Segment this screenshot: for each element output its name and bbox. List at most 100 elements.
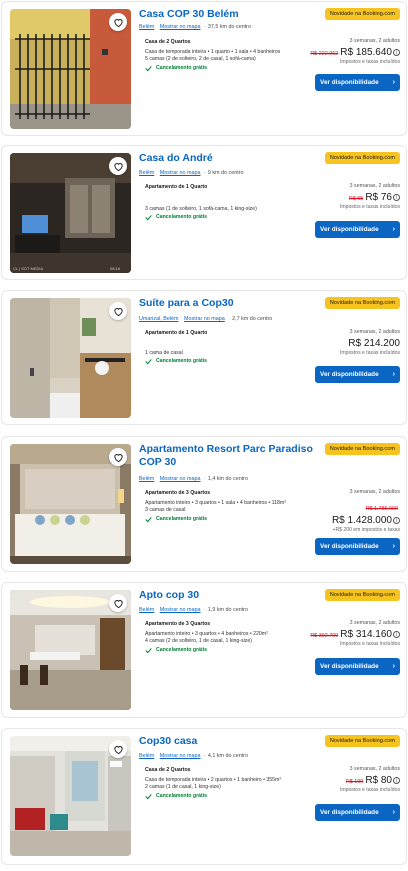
location-row: Belém Mostrar no mapa · 1,9 km do centro: [139, 607, 248, 613]
favorite-heart-icon[interactable]: [109, 448, 127, 466]
property-photo[interactable]: [10, 590, 131, 710]
taxes-text: Impostos e taxas incluídos: [339, 59, 400, 65]
check-icon: [145, 793, 152, 800]
free-cancellation: Cancelamento grátis: [145, 214, 315, 222]
new-on-booking-badge: Novidade na Booking.com: [324, 8, 400, 20]
info-icon[interactable]: i: [393, 516, 400, 524]
new-on-booking-badge: Novidade na Booking.com: [324, 297, 400, 309]
property-name[interactable]: Suíte para a Cop30: [139, 297, 314, 310]
original-price: R$ 95: [348, 196, 364, 202]
info-icon[interactable]: i: [393, 193, 400, 201]
price-box: 3 semanas, 2 adultos R$ 95 R$ 76 i Imposto…: [280, 183, 400, 210]
original-price: R$ 392.700: [310, 633, 339, 639]
distance-text: 37,5 km do centro: [207, 24, 251, 30]
location-link[interactable]: Belém: [139, 24, 154, 30]
location-row: Umarizal, Belém Mostrar no mapa · 2,7 km …: [139, 316, 273, 322]
price-box: 3 semanas, 2 adultos R$ 222.062 R$ 185.64…: [280, 38, 400, 65]
show-on-map-link[interactable]: Mostrar no mapa: [184, 316, 225, 322]
see-availability-button[interactable]: Ver disponibilidade ›: [315, 658, 400, 675]
show-on-map-link[interactable]: Mostrar no mapa: [160, 170, 201, 176]
current-price: R$ 80: [365, 775, 392, 786]
see-availability-button[interactable]: Ver disponibilidade ›: [315, 74, 400, 91]
distance-text: 4,1 km do centro: [207, 753, 248, 759]
property-photo[interactable]: [10, 736, 131, 856]
property-photo[interactable]: [10, 9, 131, 129]
new-on-booking-badge: Novidade na Booking.com: [324, 443, 400, 455]
location-link[interactable]: Belém: [139, 170, 154, 176]
favorite-heart-icon[interactable]: [109, 13, 127, 31]
location-link[interactable]: Umarizal, Belém: [139, 316, 179, 322]
see-availability-button[interactable]: Ver disponibilidade ›: [315, 538, 400, 555]
favorite-heart-icon[interactable]: [109, 302, 127, 320]
current-price: R$ 214.200: [348, 338, 400, 349]
distance-text: 1,9 km do centro: [207, 607, 248, 613]
listing-card: Casa COP 30 Belém Novidade na Booking.co…: [1, 1, 407, 136]
distance-text: 1,4 km do centro: [207, 476, 248, 482]
chevron-right-icon: ›: [392, 663, 395, 670]
check-icon: [145, 65, 152, 72]
current-price: R$ 314.160: [340, 629, 392, 640]
stay-summary: 3 semanas, 2 adultos: [349, 183, 400, 189]
property-photo[interactable]: CL | SOT MEDIA 08:16: [10, 153, 131, 273]
property-name[interactable]: Cop30 casa: [139, 735, 314, 748]
listing-card: CL | SOT MEDIA 08:16 Casa do André Novid…: [1, 145, 407, 280]
free-cancellation: Cancelamento grátis: [145, 65, 315, 73]
location-link[interactable]: Belém: [139, 476, 154, 482]
favorite-heart-icon[interactable]: [109, 157, 127, 175]
show-on-map-link[interactable]: Mostrar no mapa: [160, 753, 201, 759]
location-link[interactable]: Belém: [139, 607, 154, 613]
current-price: R$ 76: [365, 192, 392, 203]
location-row: Belém Mostrar no mapa · 9 km do centro: [139, 170, 244, 176]
show-on-map-link[interactable]: Mostrar no mapa: [160, 607, 201, 613]
listing-card: Cop30 casa Novidade na Booking.com Belém…: [1, 728, 407, 865]
property-photo[interactable]: [10, 298, 131, 418]
property-name[interactable]: Casa do André: [139, 152, 314, 165]
favorite-heart-icon[interactable]: [109, 594, 127, 612]
room-description: Apartamento inteiro • 3 quartos • 1 sala…: [145, 499, 286, 506]
chevron-right-icon: ›: [392, 79, 395, 86]
property-name[interactable]: Apto cop 30: [139, 589, 314, 602]
see-availability-button[interactable]: Ver disponibilidade ›: [315, 221, 400, 238]
price-box: 3 semanas, 2 adultos R$ 392.700 R$ 314.16…: [280, 620, 400, 647]
chevron-right-icon: ›: [392, 543, 395, 550]
taxes-text: Impostos e taxas incluídos: [339, 204, 400, 210]
stay-summary: 3 semanas, 2 adultos: [349, 38, 400, 44]
see-availability-button[interactable]: Ver disponibilidade ›: [315, 366, 400, 383]
chevron-right-icon: ›: [392, 371, 395, 378]
info-icon[interactable]: i: [393, 48, 400, 56]
property-name[interactable]: Apartamento Resort Parc Paradiso COP 30: [139, 443, 314, 469]
listing-card: Suíte para a Cop30 Novidade na Booking.c…: [1, 290, 407, 425]
info-icon[interactable]: i: [393, 630, 400, 638]
current-price: R$ 185.640: [340, 47, 392, 58]
svg-text:CL | SOT MEDIA: CL | SOT MEDIA: [13, 266, 43, 271]
stay-summary: 3 semanas, 2 adultos: [349, 489, 400, 495]
favorite-heart-icon[interactable]: [109, 740, 127, 758]
taxes-text: Impostos e taxas incluídos: [339, 787, 400, 793]
check-icon: [145, 647, 152, 654]
taxes-text: Impostos e taxas incluídos: [339, 350, 400, 356]
svg-text:08:16: 08:16: [110, 266, 121, 271]
property-photo[interactable]: [10, 444, 131, 564]
listing-card: Apartamento Resort Parc Paradiso COP 30 …: [1, 436, 407, 572]
listing-card: Apto cop 30 Novidade na Booking.com Belé…: [1, 582, 407, 718]
original-price: R$ 222.062: [310, 51, 339, 57]
price-box: 3 semanas, 2 adultos R$ 100 R$ 80 i Impost…: [280, 766, 400, 793]
free-cancellation: Cancelamento grátis: [145, 647, 315, 655]
location-link[interactable]: Belém: [139, 753, 154, 759]
new-on-booking-badge: Novidade na Booking.com: [324, 589, 400, 601]
location-row: Belém Mostrar no mapa · 1,4 km do centro: [139, 476, 248, 482]
new-on-booking-badge: Novidade na Booking.com: [324, 735, 400, 747]
show-on-map-link[interactable]: Mostrar no mapa: [160, 24, 201, 30]
price-box: 3 semanas, 2 adultos R$ 214.200 Impostos…: [280, 329, 400, 356]
check-icon: [145, 215, 152, 221]
taxes-text: Impostos e taxas incluídos: [339, 641, 400, 647]
price-box: 3 semanas, 2 adultos R$ 1.785.000 R$ 1.4…: [280, 489, 400, 533]
show-on-map-link[interactable]: Mostrar no mapa: [160, 476, 201, 482]
info-icon[interactable]: i: [393, 776, 400, 784]
see-availability-button[interactable]: Ver disponibilidade ›: [315, 804, 400, 821]
chevron-right-icon: ›: [392, 809, 395, 816]
property-name[interactable]: Casa COP 30 Belém: [139, 8, 314, 21]
taxes-text: +R$ 200 em impostos e taxas: [332, 527, 400, 533]
free-cancellation: Cancelamento grátis: [145, 358, 315, 366]
stay-summary: 3 semanas, 2 adultos: [349, 329, 400, 335]
